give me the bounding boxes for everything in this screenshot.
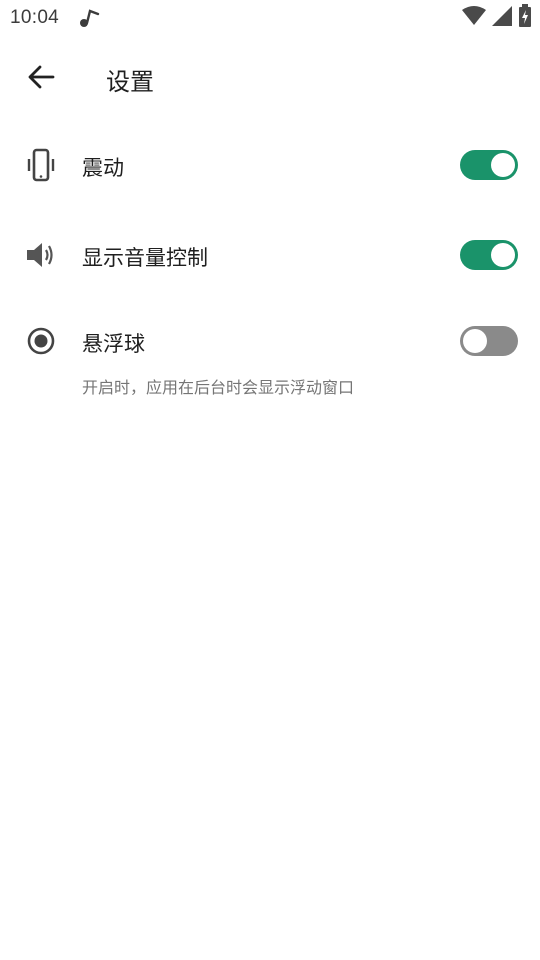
battery-charging-icon [518,4,532,32]
setting-volume-control[interactable]: 显示音量控制 [0,220,540,290]
setting-vibration[interactable]: 震动 [0,130,540,200]
status-bar: 10:04 [0,0,540,36]
signal-icon [492,6,512,30]
vibration-toggle[interactable] [460,150,518,180]
volume-control-toggle[interactable] [460,240,518,270]
wifi-icon [462,6,486,30]
status-time: 10:04 [10,7,60,28]
setting-vibration-label: 震动 [82,156,124,180]
back-button[interactable] [20,58,62,100]
floating-ball-toggle[interactable] [460,326,518,356]
phone-vibrate-icon [22,146,60,184]
status-icons [462,4,532,32]
volume-icon [22,236,60,274]
music-note-icon [78,7,102,29]
toggle-knob [463,329,487,353]
setting-floating-ball-description: 开启时，应用在后台时会显示浮动窗口 [82,378,355,397]
setting-volume-control-label: 显示音量控制 [82,246,208,270]
toggle-knob [491,153,515,177]
toggle-knob [491,243,515,267]
setting-floating-ball[interactable]: 悬浮球 开启时，应用在后台时会显示浮动窗口 [0,308,540,408]
page-title: 设置 [106,68,154,96]
app-bar: 设置 [0,48,540,108]
arrow-left-icon [26,62,56,96]
setting-floating-ball-label: 悬浮球 [82,332,145,356]
radio-button-icon [22,322,60,360]
